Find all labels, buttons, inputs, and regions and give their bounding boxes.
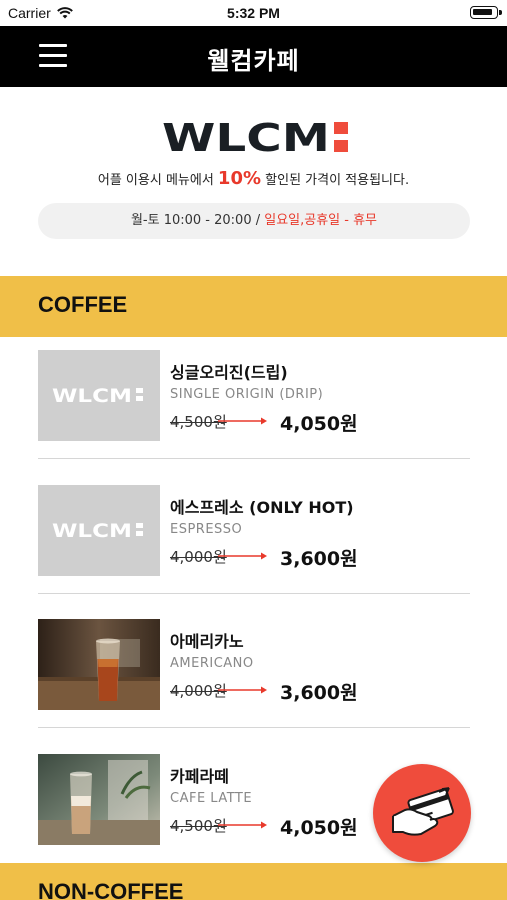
item-sale-price: 4,050원: [280, 817, 358, 839]
brand-logo: WLCM: [162, 120, 348, 156]
section-header-non-coffee: NON-COFFEE: [0, 863, 507, 900]
item-divider: [38, 458, 470, 459]
discount-suffix: 할인된 가격이 적용됩니다.: [261, 173, 410, 188]
placeholder-logo: WLCM: [52, 521, 143, 539]
nav-bar: 웰컴카페: [0, 26, 507, 87]
item-sale-price: 4,050원: [280, 413, 358, 435]
hours-closed: 일요일,공휴일 - 휴무: [264, 213, 378, 228]
section-header-coffee: COFFEE: [0, 276, 507, 337]
item-image-placeholder: WLCM: [38, 350, 160, 441]
card-payment-icon: [392, 787, 454, 836]
status-bar: Carrier 5:32 PM: [0, 0, 507, 26]
hours-open: 월-토 10:00 - 20:00 /: [130, 213, 265, 228]
card-payment-button[interactable]: [373, 764, 471, 862]
svg-text:WLCM: WLCM: [52, 386, 132, 404]
battery-icon: [470, 6, 502, 19]
item-english-name: AMERICANO: [170, 656, 254, 671]
page-title: 웰컴카페: [207, 47, 300, 75]
arrow-right-icon: [218, 686, 267, 694]
item-name: 카페라떼: [170, 767, 229, 786]
item-sale-price: 3,600원: [280, 682, 358, 704]
menu-item[interactable]: 아메리카노 AMERICANO 4,000원 3,600원: [38, 606, 470, 740]
menu-item[interactable]: WLCM 싱글오리진(드립) SINGLE ORIGIN (DRIP) 4,50…: [38, 337, 470, 471]
item-english-name: ESPRESSO: [170, 522, 243, 537]
cafe-latte-photo: [38, 754, 160, 845]
section-title: COFFEE: [38, 292, 128, 317]
item-sale-price: 3,600원: [280, 548, 358, 570]
placeholder-logo: WLCM: [52, 386, 143, 404]
arrow-right-icon: [218, 552, 267, 560]
item-image-placeholder: WLCM: [38, 485, 160, 576]
arrow-right-icon: [218, 821, 267, 829]
menu-item[interactable]: WLCM 에스프레소 (ONLY HOT) ESPRESSO 4,000원 3,…: [38, 472, 470, 606]
item-english-name: SINGLE ORIGIN (DRIP): [170, 387, 324, 402]
business-hours: 월-토 10:00 - 20:00 / 일요일,공휴일 - 휴무: [38, 203, 470, 239]
svg-text:WLCM: WLCM: [52, 521, 132, 539]
item-name: 싱글오리진(드립): [170, 363, 288, 382]
discount-prefix: 어플 이용시 메뉴에서: [97, 173, 218, 188]
section-title: NON-COFFEE: [38, 879, 184, 900]
discount-notice: 어플 이용시 메뉴에서 10% 할인된 가격이 적용됩니다.: [0, 168, 507, 189]
iced-americano-photo: [38, 619, 160, 710]
logo-text: WLCM: [162, 120, 330, 156]
item-english-name: CAFE LATTE: [170, 791, 253, 806]
item-divider: [38, 593, 470, 594]
status-time: 5:32 PM: [227, 5, 280, 21]
item-name: 아메리카노: [170, 632, 244, 651]
item-name: 에스프레소 (ONLY HOT): [170, 498, 354, 517]
item-divider: [38, 727, 470, 728]
discount-percent: 10%: [217, 168, 262, 189]
arrow-right-icon: [218, 417, 267, 425]
